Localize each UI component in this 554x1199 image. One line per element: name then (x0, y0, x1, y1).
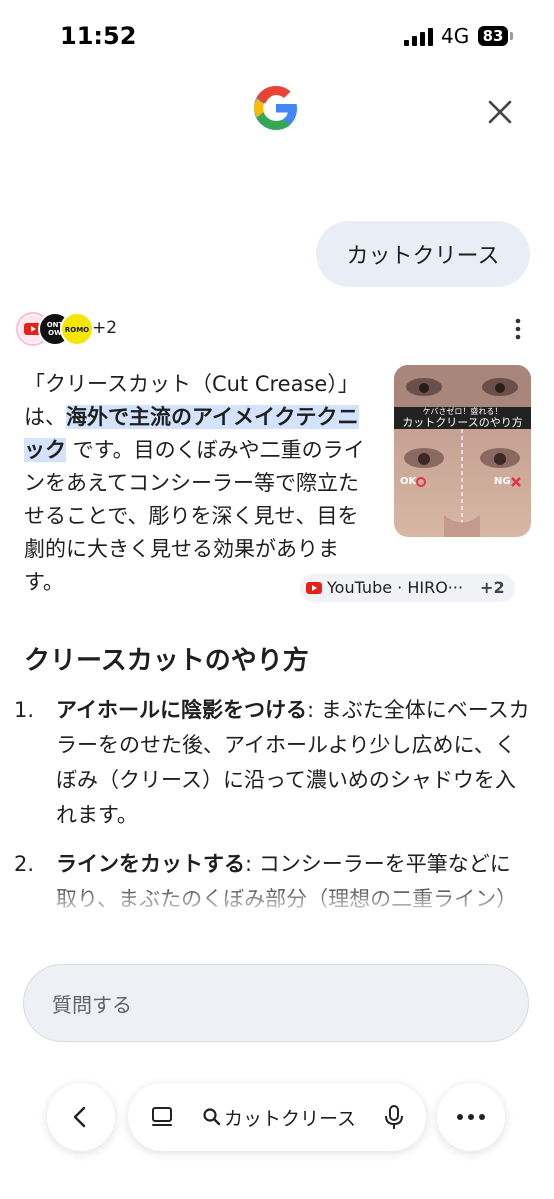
chevron-left-icon (73, 1106, 86, 1128)
more-vert-icon[interactable] (510, 318, 526, 340)
signal-icon (404, 28, 433, 46)
search-pill-label: カットクリース (223, 1107, 357, 1130)
step-number: 1. (14, 698, 35, 722)
network-label: 4G (441, 24, 470, 48)
more-button[interactable] (437, 1083, 505, 1151)
mic-icon[interactable] (384, 1104, 404, 1130)
back-button[interactable] (47, 1083, 115, 1151)
thumbnail-banner-main: カットクリースのやり方 (402, 416, 523, 429)
source-chip-label: YouTube · HIRO··· (327, 578, 464, 597)
list-item: 1. アイホールに陰影をつける: まぶた全体にベースカラーをのせた後、アイホール… (14, 693, 530, 833)
battery-tip (510, 32, 513, 40)
answer-paragraph: 「クリースカット（Cut Crease）」は、海外で主流のアイメイクテクニック … (24, 368, 369, 599)
source-chip-count: +2 (480, 578, 505, 597)
step-number: 2. (14, 852, 35, 876)
close-icon[interactable] (484, 96, 516, 128)
beauty-channel-icon: ROMO (60, 312, 94, 346)
battery-icon: 83 (478, 26, 508, 46)
thumbnail-ng-label: NG (494, 476, 511, 487)
section-heading: クリースカットのやり方 (24, 646, 309, 676)
thumbnail-ok-label: OK (400, 476, 417, 487)
svg-text:ROMO: ROMO (65, 326, 89, 334)
search-pill-query[interactable]: カットクリース (202, 1104, 356, 1131)
status-time: 11:52 (60, 22, 137, 50)
more-horiz-icon (457, 1114, 485, 1120)
video-thumbnail[interactable]: ケバさゼロ！盛れる！ カットクリースのやり方 OK NG (394, 365, 531, 537)
search-icon (203, 1108, 221, 1126)
content-fade (0, 880, 554, 950)
answer-text-after: です。目のくぼみや二重のラインをあえてコンシーラー等で際立たせることで、彫りを深… (24, 438, 365, 594)
step-title: ラインをカットする (56, 852, 245, 876)
youtube-chip-icon (306, 582, 322, 594)
tabs-icon[interactable] (150, 1105, 174, 1129)
user-query-bubble: カットクリース (316, 221, 530, 287)
source-icons[interactable]: ONT OW ROMO (16, 312, 96, 346)
step-title: アイホールに陰影をつける (56, 698, 307, 722)
source-count[interactable]: +2 (92, 318, 117, 338)
search-pill[interactable]: カットクリース (128, 1083, 426, 1151)
source-chip[interactable]: YouTube · HIRO··· +2 (300, 574, 515, 602)
ask-input[interactable]: 質問する (23, 964, 529, 1042)
google-g-logo (254, 86, 297, 130)
